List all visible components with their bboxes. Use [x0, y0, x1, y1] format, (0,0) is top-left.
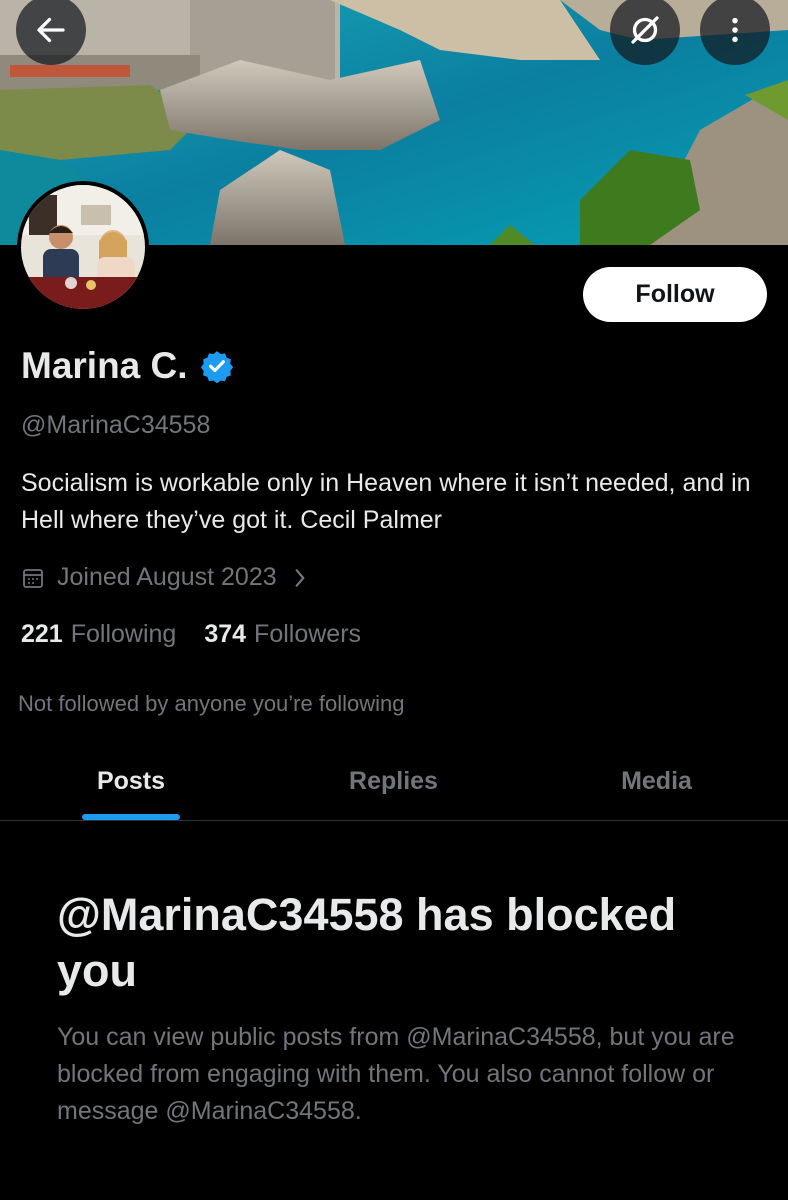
avatar[interactable]	[17, 181, 149, 313]
joined-date-row[interactable]: Joined August 2023	[21, 563, 309, 592]
verified-badge-icon[interactable]	[200, 349, 234, 383]
profile-bio: Socialism is workable only in Heaven whe…	[21, 469, 751, 534]
follow-button[interactable]: Follow	[583, 267, 767, 322]
follow-stats: 221 Following 374 Followers	[21, 620, 361, 649]
calendar-icon	[23, 568, 43, 588]
arrow-left-icon	[37, 17, 65, 43]
blocked-title: @MarinaC34558 has blocked you	[57, 889, 677, 996]
following-link[interactable]: 221 Following	[21, 620, 176, 649]
chevron-right-icon	[295, 568, 305, 587]
profile-name-row: Marina C.	[21, 345, 234, 387]
mutual-followers-text: Not followed by anyone you’re following	[18, 691, 405, 716]
following-count: 221	[21, 620, 63, 648]
active-tab-indicator	[82, 814, 180, 820]
followers-label: Followers	[254, 620, 362, 648]
blocked-message: You can view public posts from @MarinaC3…	[57, 1023, 735, 1125]
joined-date-label: Joined August 2023	[57, 563, 277, 591]
profile-handle: @MarinaC34558	[21, 411, 211, 439]
tab-media[interactable]: Media	[525, 742, 788, 820]
tab-replies[interactable]: Replies	[262, 742, 525, 820]
profile-tabs: Posts Replies Media	[0, 742, 788, 821]
followers-count: 374	[204, 620, 247, 648]
tab-posts[interactable]: Posts	[0, 742, 262, 820]
followers-link[interactable]: 374 Followers	[204, 620, 361, 649]
following-label: Following	[70, 620, 177, 648]
grok-icon	[631, 16, 659, 44]
profile-name: Marina C.	[21, 345, 188, 386]
avatar-photo	[21, 185, 145, 309]
more-vertical-icon	[732, 17, 738, 43]
